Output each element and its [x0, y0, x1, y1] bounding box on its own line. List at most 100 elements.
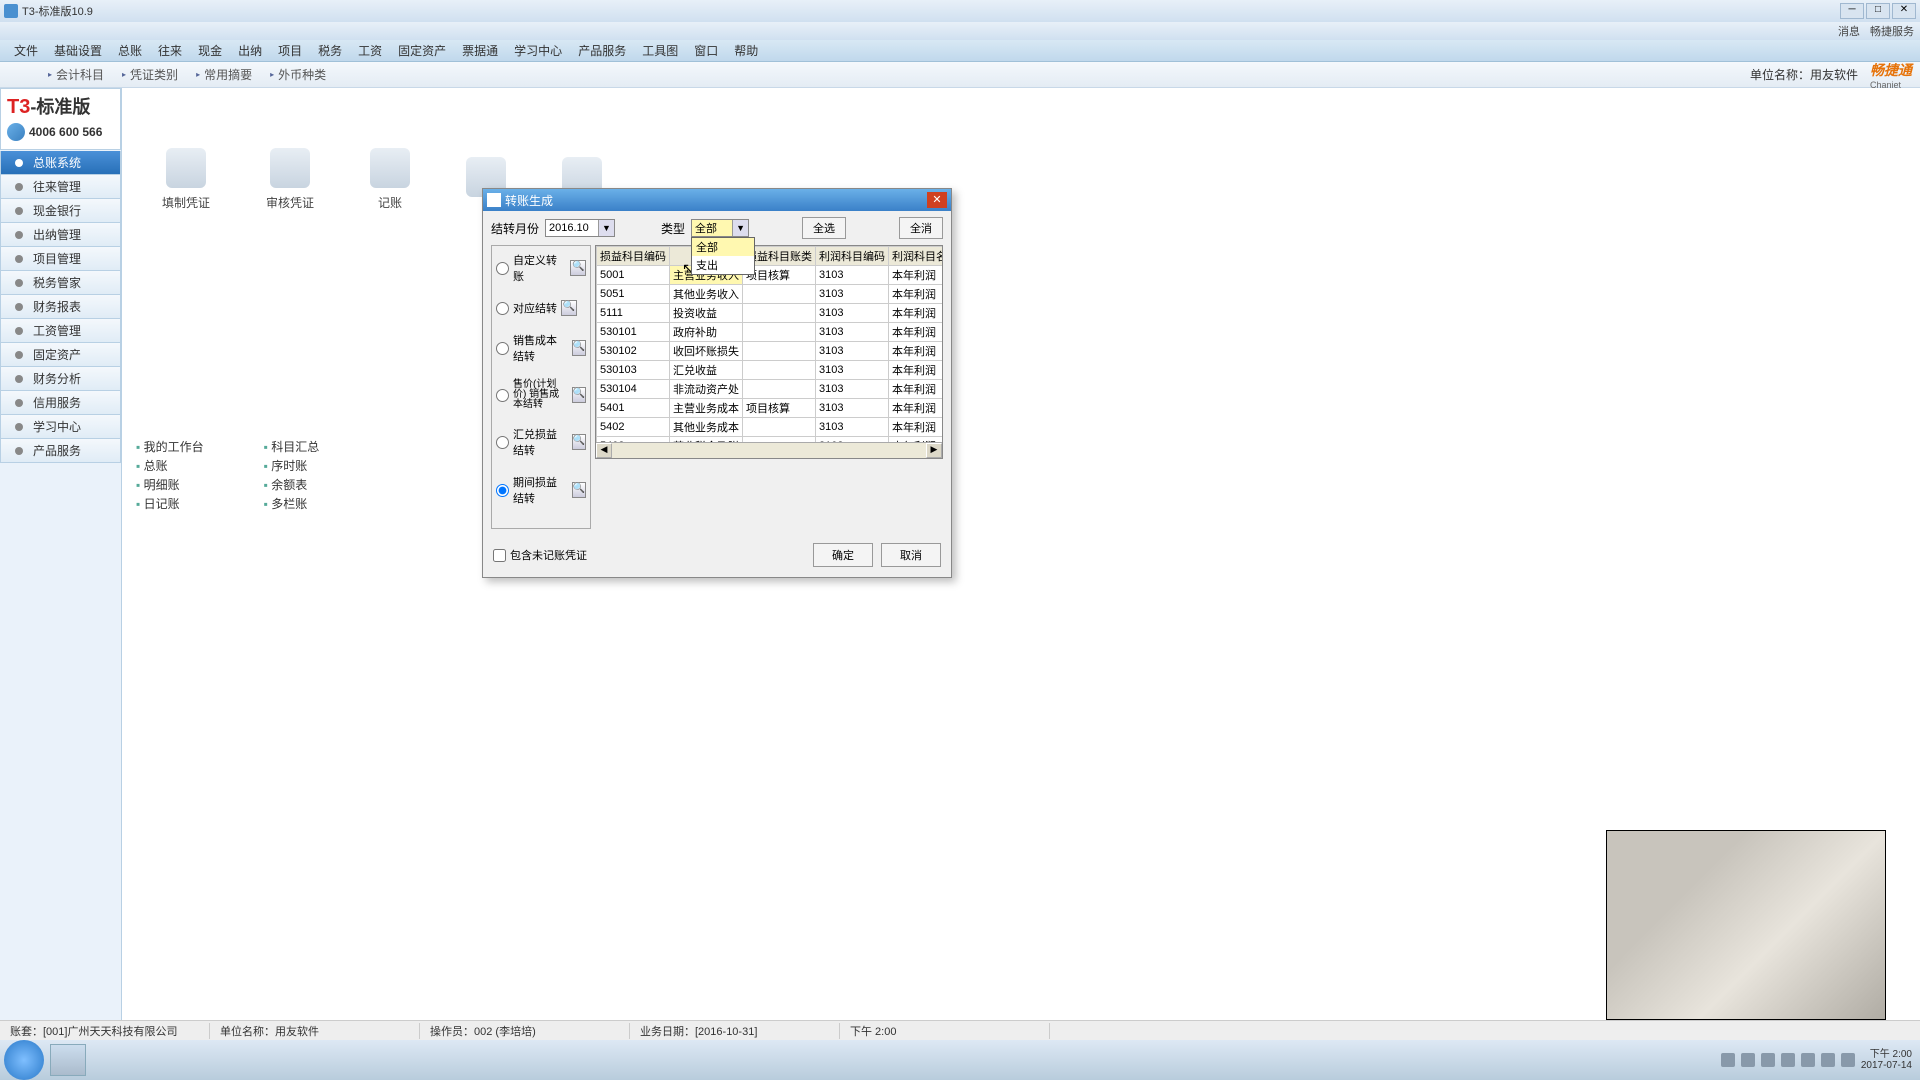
- table-row[interactable]: 5402其他业务成本3103本年利润: [597, 418, 944, 437]
- nav-arap[interactable]: 往来管理: [0, 175, 121, 199]
- radio-corresp[interactable]: [496, 302, 509, 315]
- menu-help[interactable]: 帮助: [726, 42, 766, 59]
- radio-salescost[interactable]: [496, 342, 509, 355]
- dialog-close-button[interactable]: ✕: [927, 192, 947, 208]
- menu-proj[interactable]: 项目: [270, 42, 310, 59]
- start-button[interactable]: [4, 1040, 44, 1080]
- type-opt-all[interactable]: 全部: [692, 238, 754, 256]
- table-cell[interactable]: 530102: [597, 342, 670, 361]
- lookup-icon[interactable]: 🔍: [572, 482, 586, 498]
- nav-credit[interactable]: 信用服务: [0, 391, 121, 415]
- table-row[interactable]: 530102收回坏账损失3103本年利润: [597, 342, 944, 361]
- table-row[interactable]: 5051其他业务收入 3103本年利润: [597, 285, 944, 304]
- tb-subject[interactable]: 会计科目: [48, 66, 104, 83]
- table-cell[interactable]: 本年利润: [889, 399, 944, 418]
- type-arrow-icon[interactable]: ▼: [732, 220, 748, 236]
- table-cell[interactable]: [743, 342, 816, 361]
- nav-tax[interactable]: 税务管家: [0, 271, 121, 295]
- table-cell[interactable]: 本年利润: [889, 285, 944, 304]
- month-arrow-icon[interactable]: ▼: [598, 220, 614, 236]
- nav-sal[interactable]: 工资管理: [0, 319, 121, 343]
- nav-rpt[interactable]: 财务报表: [0, 295, 121, 319]
- lookup-icon[interactable]: 🔍: [570, 260, 586, 276]
- ok-button[interactable]: 确定: [813, 543, 873, 567]
- radio-period[interactable]: [496, 484, 509, 497]
- maximize-button[interactable]: □: [1866, 3, 1890, 19]
- flow-audit-icon[interactable]: [270, 148, 310, 188]
- nav-fin[interactable]: 财务分析: [0, 367, 121, 391]
- month-combo[interactable]: ▼: [545, 219, 615, 237]
- radio-price[interactable]: [496, 389, 509, 402]
- type-input[interactable]: [692, 220, 732, 236]
- table-cell[interactable]: 3103: [816, 304, 889, 323]
- table-cell[interactable]: 3103: [816, 285, 889, 304]
- scroll-right-icon[interactable]: ▶: [926, 443, 942, 458]
- menu-tool[interactable]: 工具图: [634, 42, 686, 59]
- scroll-track[interactable]: [612, 443, 926, 458]
- lookup-icon[interactable]: 🔍: [572, 387, 586, 403]
- table-cell[interactable]: 5051: [597, 285, 670, 304]
- nav-gl[interactable]: 总账系统: [0, 151, 121, 175]
- menu-bill[interactable]: 票据通: [454, 42, 506, 59]
- grid-header[interactable]: 损益科目编码: [597, 247, 670, 266]
- table-cell[interactable]: 3103: [816, 266, 889, 285]
- table-cell[interactable]: 其他业务成本: [670, 418, 743, 437]
- tray-icon[interactable]: [1801, 1053, 1815, 1067]
- table-cell[interactable]: 530103: [597, 361, 670, 380]
- ql-subj-sum[interactable]: 科目汇总: [264, 438, 320, 455]
- table-cell[interactable]: 本年利润: [889, 361, 944, 380]
- table-cell[interactable]: 本年利润: [889, 418, 944, 437]
- type-combo[interactable]: ▼ 全部 支出: [691, 219, 749, 237]
- tray-icon[interactable]: [1741, 1053, 1755, 1067]
- tray-icon[interactable]: [1821, 1053, 1835, 1067]
- ql-journal[interactable]: 日记账: [136, 495, 204, 512]
- grid-table[interactable]: 损益科目编码损益科目账类利润科目编码利润科目名称5001主营业务收入项目核算31…: [596, 246, 943, 459]
- taskbar-app[interactable]: [50, 1044, 86, 1076]
- lookup-icon[interactable]: 🔍: [561, 300, 577, 316]
- menu-learn[interactable]: 学习中心: [506, 42, 570, 59]
- nav-prod[interactable]: 产品服务: [0, 439, 121, 463]
- table-cell[interactable]: 其他业务收入: [670, 285, 743, 304]
- deselect-all-button[interactable]: 全消: [899, 217, 943, 239]
- nav-proj[interactable]: 项目管理: [0, 247, 121, 271]
- tb-voucher-type[interactable]: 凭证类别: [122, 66, 178, 83]
- minimize-button[interactable]: ─: [1840, 3, 1864, 19]
- table-cell[interactable]: 3103: [816, 361, 889, 380]
- menu-win[interactable]: 窗口: [686, 42, 726, 59]
- table-row[interactable]: 530101政府补助3103本年利润: [597, 323, 944, 342]
- table-cell[interactable]: 本年利润: [889, 266, 944, 285]
- table-cell[interactable]: 投资收益: [670, 304, 743, 323]
- table-cell[interactable]: [743, 361, 816, 380]
- tb-summary[interactable]: 常用摘要: [196, 66, 252, 83]
- tb-currency[interactable]: 外币种类: [270, 66, 326, 83]
- table-cell[interactable]: 3103: [816, 380, 889, 399]
- table-cell[interactable]: [743, 323, 816, 342]
- tray-icon[interactable]: [1721, 1053, 1735, 1067]
- radio-exch[interactable]: [496, 436, 509, 449]
- grid-header[interactable]: 利润科目名称: [889, 247, 944, 266]
- nav-learn[interactable]: 学习中心: [0, 415, 121, 439]
- table-cell[interactable]: 3103: [816, 418, 889, 437]
- table-cell[interactable]: 3103: [816, 399, 889, 418]
- nav-cash[interactable]: 现金银行: [0, 199, 121, 223]
- menu-cash[interactable]: 现金: [190, 42, 230, 59]
- table-cell[interactable]: 3103: [816, 323, 889, 342]
- chk-input[interactable]: [493, 549, 506, 562]
- table-cell[interactable]: 本年利润: [889, 304, 944, 323]
- menu-fa[interactable]: 固定资产: [390, 42, 454, 59]
- grid-header[interactable]: 利润科目编码: [816, 247, 889, 266]
- tray-icon[interactable]: [1781, 1053, 1795, 1067]
- menu-file[interactable]: 文件: [6, 42, 46, 59]
- close-button[interactable]: ✕: [1892, 3, 1916, 19]
- table-cell[interactable]: 本年利润: [889, 323, 944, 342]
- tray-icon[interactable]: [1761, 1053, 1775, 1067]
- table-cell[interactable]: [743, 285, 816, 304]
- type-opt-exp[interactable]: 支出: [692, 256, 754, 274]
- table-cell[interactable]: 政府补助: [670, 323, 743, 342]
- table-cell[interactable]: 3103: [816, 342, 889, 361]
- table-row[interactable]: 530104非流动资产处3103本年利润: [597, 380, 944, 399]
- table-cell[interactable]: 汇兑收益: [670, 361, 743, 380]
- radio-custom[interactable]: [496, 262, 509, 275]
- table-row[interactable]: 530103汇兑收益 3103本年利润: [597, 361, 944, 380]
- table-cell[interactable]: [743, 380, 816, 399]
